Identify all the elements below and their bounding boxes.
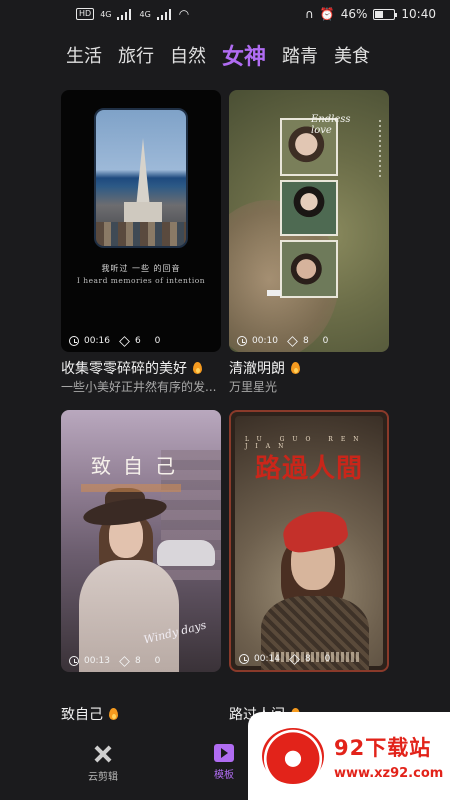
layer-count: 8 [134, 656, 141, 666]
tab-nature[interactable]: 自然 [170, 42, 206, 68]
thumbnail-photo [280, 180, 338, 236]
tab-outing[interactable]: 踏青 [282, 42, 318, 68]
wifi-icon: ◠ [178, 7, 190, 21]
headphones-icon: ∩ [304, 7, 314, 21]
card-2-title-row: 清澈明朗 [229, 358, 300, 378]
card-title: 清澈明朗 [229, 361, 285, 377]
card-meta: 00:13 8 0 [69, 655, 161, 667]
card-meta: 00:14 8 0 [239, 653, 331, 665]
template-thumbnail [94, 108, 188, 248]
tab-food[interactable]: 美食 [334, 42, 370, 68]
network-type-1: 4G [100, 9, 112, 19]
tab-goddess[interactable]: 女神 [222, 39, 266, 71]
flame-icon [109, 708, 118, 720]
template-card-1[interactable]: 我听过 一些 的回音 I heard memories of intention… [61, 90, 221, 352]
nav-label: 云剪辑 [88, 772, 118, 783]
status-right: ∩ ⏰ 46% 10:40 [305, 7, 436, 21]
duration: 00:13 [84, 656, 110, 666]
layer-count: 8 [304, 654, 311, 664]
tab-life[interactable]: 生活 [66, 42, 102, 68]
template-card-4[interactable]: LU GUO REN JIAN 路過人間 00:14 8 0 [229, 410, 389, 672]
duration: 00:14 [254, 654, 280, 664]
clock-icon [237, 336, 247, 346]
thumbnail-caption-cn: 我听过 一些 的回音 [101, 264, 181, 273]
cloud-edit-icon [91, 744, 115, 764]
use-count: 0 [154, 336, 161, 346]
thumbnail-caption-en: I heard memories of intention [76, 276, 206, 285]
card-1-title-row: 收集零零碎碎的美好 [61, 358, 202, 378]
status-bar: HD 4G 4G ◠ ∩ ⏰ 46% 10:40 [0, 0, 450, 28]
thumbnail-photo [280, 240, 338, 298]
card-subtitle: 一些小美好正井然有序的发... [61, 380, 217, 394]
card-title: 致自己 [61, 707, 103, 723]
network-type-2: 4G [139, 9, 151, 19]
watermark-brand: 92下载站 [334, 735, 432, 760]
layers-icon [119, 335, 130, 347]
layers-icon [287, 335, 298, 347]
overlay-title: 路過人間 [254, 454, 363, 484]
watermark-url: www.xz92.com [334, 765, 444, 781]
nav-cloud-edit[interactable]: 云剪辑 [88, 744, 118, 783]
flame-icon [291, 362, 300, 374]
duration: 00:16 [84, 336, 110, 346]
template-card-3[interactable]: 致自己 Windy days 00:13 8 0 [61, 410, 221, 672]
card-meta: 00:16 6 0 [69, 335, 161, 347]
clock-time: 10:40 [401, 7, 436, 21]
watermark: 92下载站 www.xz92.com [248, 712, 450, 800]
hd-badge: HD [76, 8, 95, 20]
card-title: 收集零零碎碎的美好 [61, 361, 187, 377]
card-subtitle: 万里星光 [229, 380, 278, 394]
use-count: 0 [322, 336, 329, 346]
card-3-title-row: 致自己 [61, 704, 118, 724]
clock-icon [69, 656, 79, 666]
card-meta: 00:10 8 0 [237, 335, 329, 347]
overlay-title: 致自己 [91, 454, 187, 478]
overlay-text: Endless love [311, 114, 351, 136]
template-icon [214, 744, 234, 762]
status-left: HD 4G 4G ◠ [76, 7, 189, 21]
clock-icon [69, 336, 79, 346]
use-count: 0 [154, 656, 161, 666]
tab-travel[interactable]: 旅行 [118, 42, 154, 68]
duration: 00:10 [252, 336, 278, 346]
nav-template[interactable]: 模板 [214, 744, 234, 781]
layers-icon [289, 653, 300, 665]
category-tabs: 生活 旅行 自然 女神 踏青 美食 [0, 38, 450, 72]
use-count: 0 [324, 654, 331, 664]
clock-icon [239, 654, 249, 664]
battery-percent: 46% [340, 7, 368, 21]
alarm-icon: ⏰ [319, 7, 335, 21]
signal-icon [117, 8, 133, 20]
layer-count: 6 [134, 336, 141, 346]
nav-label: 模板 [214, 770, 234, 781]
layers-icon [119, 655, 130, 667]
layer-count: 8 [302, 336, 309, 346]
flame-icon [193, 362, 202, 374]
signal-icon-2 [156, 8, 173, 20]
battery-icon [373, 8, 398, 20]
watermark-logo-icon [262, 728, 324, 784]
template-card-2[interactable]: Endless love 00:10 8 0 [229, 90, 389, 352]
